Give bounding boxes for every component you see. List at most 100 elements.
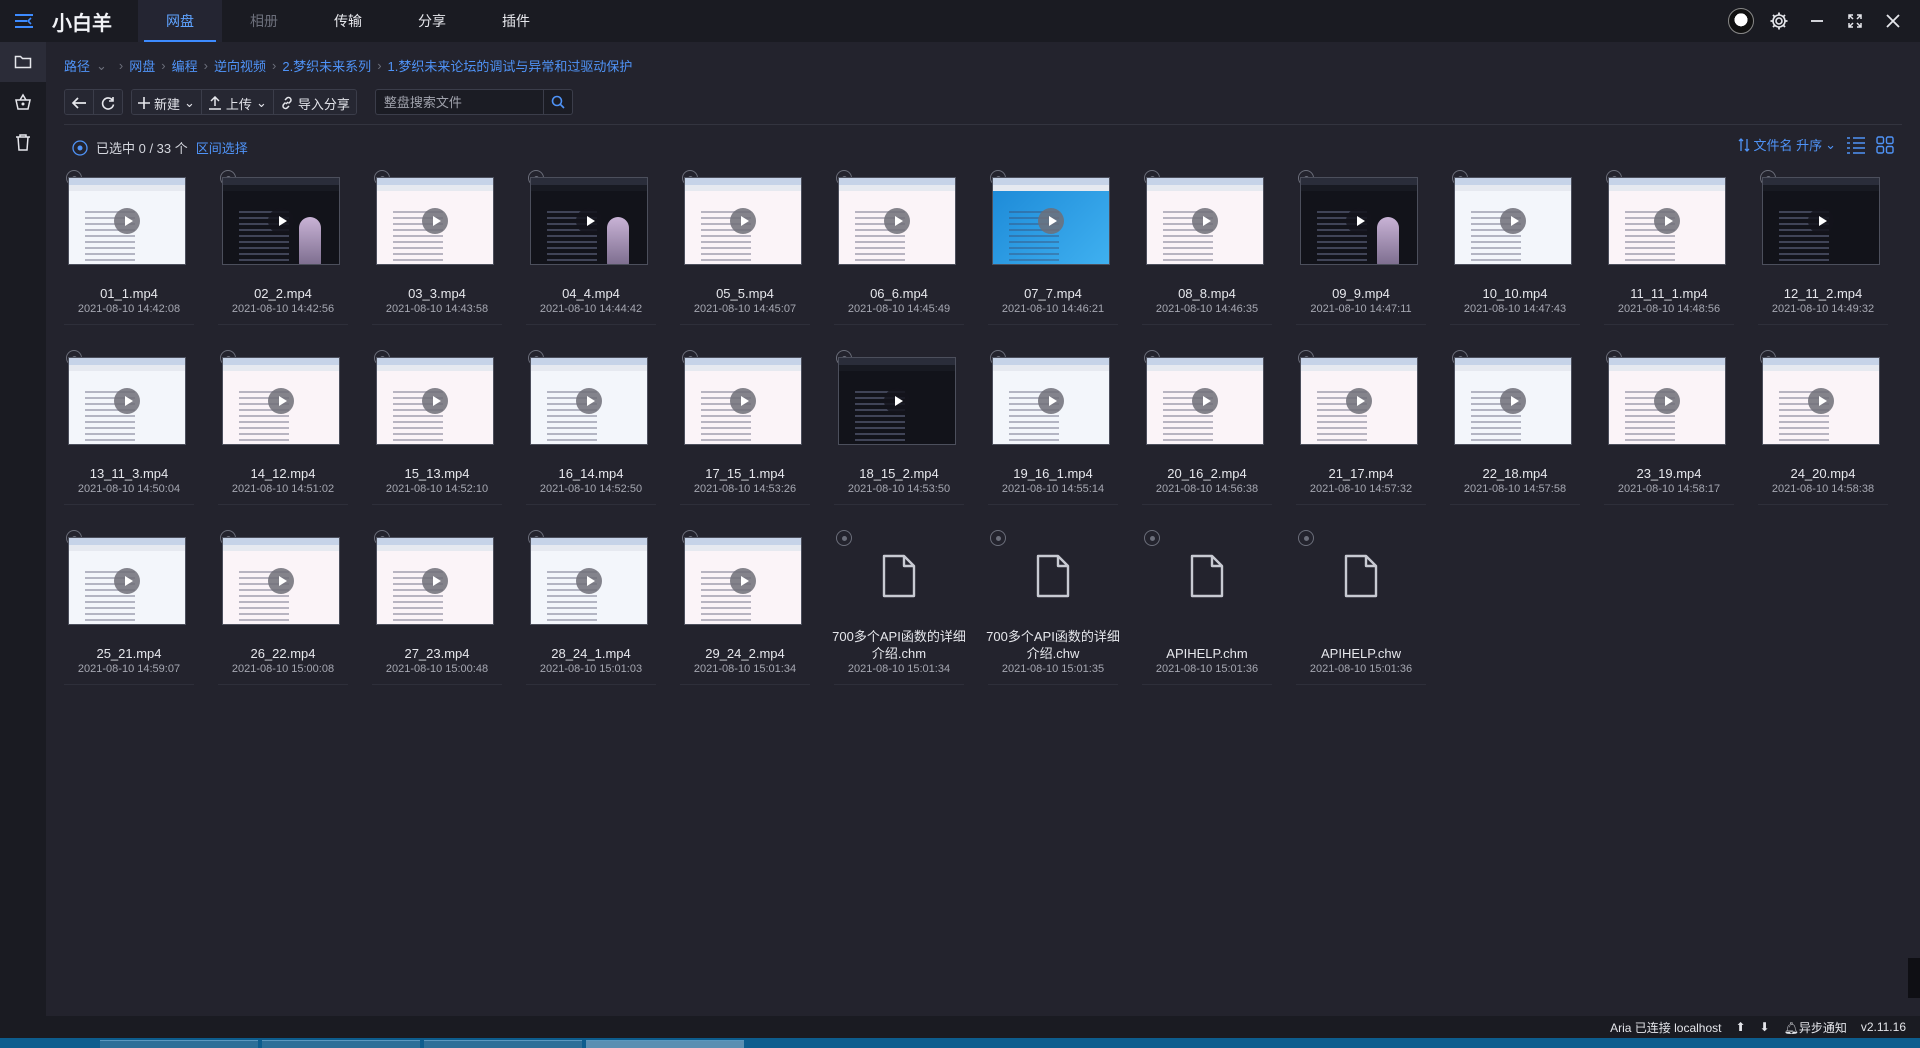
- sort-dropdown[interactable]: 文件名 升序 ⌄: [1738, 135, 1836, 154]
- minimize-button[interactable]: [1804, 8, 1830, 34]
- video-file-card[interactable]: 11_11_1.mp4 2021-08-10 14:48:56: [1604, 168, 1734, 325]
- play-icon[interactable]: [268, 208, 294, 234]
- new-button[interactable]: 新建 ⌄: [132, 90, 201, 114]
- video-file-card[interactable]: 20_16_2.mp4 2021-08-10 14:56:38: [1142, 348, 1272, 505]
- async-notify[interactable]: 🔔︎异步通知: [1784, 1019, 1847, 1036]
- video-file-card[interactable]: 17_15_1.mp4 2021-08-10 14:53:26: [680, 348, 810, 505]
- play-icon[interactable]: [422, 388, 448, 414]
- breadcrumb-root[interactable]: 路径: [64, 56, 90, 75]
- menu-icon[interactable]: [0, 0, 48, 42]
- taskbar-button[interactable]: [262, 1040, 420, 1048]
- video-file-card[interactable]: 14_12.mp4 2021-08-10 14:51:02: [218, 348, 348, 505]
- file-card[interactable]: APIHELP.chw 2021-08-10 15:01:36: [1296, 528, 1426, 685]
- breadcrumb-item[interactable]: 2.梦织未来系列: [282, 56, 371, 75]
- search-button[interactable]: [542, 89, 573, 115]
- video-file-card[interactable]: 10_10.mp4 2021-08-10 14:47:43: [1450, 168, 1580, 325]
- play-icon[interactable]: [576, 568, 602, 594]
- tab-transfer[interactable]: 传输: [306, 0, 390, 42]
- play-icon[interactable]: [1500, 388, 1526, 414]
- play-icon[interactable]: [1192, 388, 1218, 414]
- taskbar-button[interactable]: [586, 1040, 744, 1048]
- play-icon[interactable]: [576, 388, 602, 414]
- play-icon[interactable]: [884, 208, 910, 234]
- play-icon[interactable]: [422, 568, 448, 594]
- search-input[interactable]: [374, 89, 543, 115]
- refresh-button[interactable]: [93, 90, 122, 114]
- play-icon[interactable]: [1038, 208, 1064, 234]
- video-file-card[interactable]: 06_6.mp4 2021-08-10 14:45:49: [834, 168, 964, 325]
- back-button[interactable]: [65, 90, 93, 114]
- video-file-card[interactable]: 27_23.mp4 2021-08-10 15:00:48: [372, 528, 502, 685]
- taskbar-button[interactable]: [100, 1040, 258, 1048]
- maximize-button[interactable]: [1842, 8, 1868, 34]
- play-icon[interactable]: [1500, 208, 1526, 234]
- tab-drive[interactable]: 网盘: [138, 0, 222, 42]
- play-icon[interactable]: [422, 208, 448, 234]
- select-checkbox[interactable]: [1144, 530, 1160, 546]
- tab-album[interactable]: 相册: [222, 0, 306, 42]
- video-file-card[interactable]: 13_11_3.mp4 2021-08-10 14:50:04: [64, 348, 194, 505]
- video-file-card[interactable]: 28_24_1.mp4 2021-08-10 15:01:03: [526, 528, 656, 685]
- play-icon[interactable]: [114, 568, 140, 594]
- play-icon[interactable]: [1654, 208, 1680, 234]
- taskbar-button[interactable]: [424, 1040, 582, 1048]
- play-icon[interactable]: [1808, 388, 1834, 414]
- play-icon[interactable]: [114, 388, 140, 414]
- video-file-card[interactable]: 24_20.mp4 2021-08-10 14:58:38: [1758, 348, 1888, 505]
- play-icon[interactable]: [268, 388, 294, 414]
- video-file-card[interactable]: 08_8.mp4 2021-08-10 14:46:35: [1142, 168, 1272, 325]
- upload-speed-icon[interactable]: ⬆: [1735, 1020, 1745, 1034]
- video-file-card[interactable]: 01_1.mp4 2021-08-10 14:42:08: [64, 168, 194, 325]
- breadcrumb-item[interactable]: 网盘: [129, 56, 155, 75]
- list-view-icon[interactable]: [1846, 136, 1866, 154]
- file-card[interactable]: APIHELP.chm 2021-08-10 15:01:36: [1142, 528, 1272, 685]
- upload-button[interactable]: 上传 ⌄: [200, 90, 273, 114]
- video-file-card[interactable]: 09_9.mp4 2021-08-10 14:47:11: [1296, 168, 1426, 325]
- video-file-card[interactable]: 16_14.mp4 2021-08-10 14:52:50: [526, 348, 656, 505]
- file-card[interactable]: 700多个API函数的详细介绍.chw 2021-08-10 15:01:35: [986, 528, 1120, 685]
- video-file-card[interactable]: 05_5.mp4 2021-08-10 14:45:07: [680, 168, 810, 325]
- video-file-card[interactable]: 18_15_2.mp4 2021-08-10 14:53:50: [834, 348, 964, 505]
- user-avatar[interactable]: [1728, 8, 1754, 34]
- play-icon[interactable]: [576, 208, 602, 234]
- video-file-card[interactable]: 29_24_2.mp4 2021-08-10 15:01:34: [680, 528, 810, 685]
- video-file-card[interactable]: 12_11_2.mp4 2021-08-10 14:49:32: [1758, 168, 1888, 325]
- settings-button[interactable]: [1766, 8, 1792, 34]
- play-icon[interactable]: [730, 208, 756, 234]
- play-icon[interactable]: [884, 388, 910, 414]
- play-icon[interactable]: [1346, 388, 1372, 414]
- play-icon[interactable]: [730, 568, 756, 594]
- range-select-link[interactable]: 区间选择: [196, 138, 248, 157]
- scrollbar[interactable]: [1908, 958, 1920, 998]
- play-icon[interactable]: [114, 208, 140, 234]
- select-all-radio-icon[interactable]: [72, 139, 88, 156]
- sidebar-item-files[interactable]: [0, 42, 46, 82]
- breadcrumb-item[interactable]: 编程: [172, 56, 198, 75]
- play-icon[interactable]: [1346, 208, 1372, 234]
- tab-plugins[interactable]: 插件: [474, 0, 558, 42]
- video-file-card[interactable]: 25_21.mp4 2021-08-10 14:59:07: [64, 528, 194, 685]
- play-icon[interactable]: [1654, 388, 1680, 414]
- video-file-card[interactable]: 15_13.mp4 2021-08-10 14:52:10: [372, 348, 502, 505]
- play-icon[interactable]: [1808, 208, 1834, 234]
- close-button[interactable]: [1880, 8, 1906, 34]
- tab-share[interactable]: 分享: [390, 0, 474, 42]
- video-file-card[interactable]: 21_17.mp4 2021-08-10 14:57:32: [1296, 348, 1426, 505]
- video-file-card[interactable]: 26_22.mp4 2021-08-10 15:00:08: [218, 528, 348, 685]
- video-file-card[interactable]: 03_3.mp4 2021-08-10 14:43:58: [372, 168, 502, 325]
- video-file-card[interactable]: 07_7.mp4 2021-08-10 14:46:21: [988, 168, 1118, 325]
- breadcrumb-item-current[interactable]: 1.梦织未来论坛的调试与异常和过驱动保护: [388, 56, 633, 75]
- play-icon[interactable]: [730, 388, 756, 414]
- play-icon[interactable]: [268, 568, 294, 594]
- play-icon[interactable]: [1192, 208, 1218, 234]
- video-file-card[interactable]: 22_18.mp4 2021-08-10 14:57:58: [1450, 348, 1580, 505]
- select-checkbox[interactable]: [990, 530, 1006, 546]
- video-file-card[interactable]: 23_19.mp4 2021-08-10 14:58:17: [1604, 348, 1734, 505]
- sidebar-item-favorites[interactable]: [0, 82, 46, 122]
- video-file-card[interactable]: 02_2.mp4 2021-08-10 14:42:56: [218, 168, 348, 325]
- video-file-card[interactable]: 19_16_1.mp4 2021-08-10 14:55:14: [988, 348, 1118, 505]
- download-speed-icon[interactable]: ⬇: [1760, 1020, 1770, 1034]
- breadcrumb-item[interactable]: 逆向视频: [214, 56, 266, 75]
- video-file-card[interactable]: 04_4.mp4 2021-08-10 14:44:42: [526, 168, 656, 325]
- file-card[interactable]: 700多个API函数的详细介绍.chm 2021-08-10 15:01:34: [832, 528, 966, 685]
